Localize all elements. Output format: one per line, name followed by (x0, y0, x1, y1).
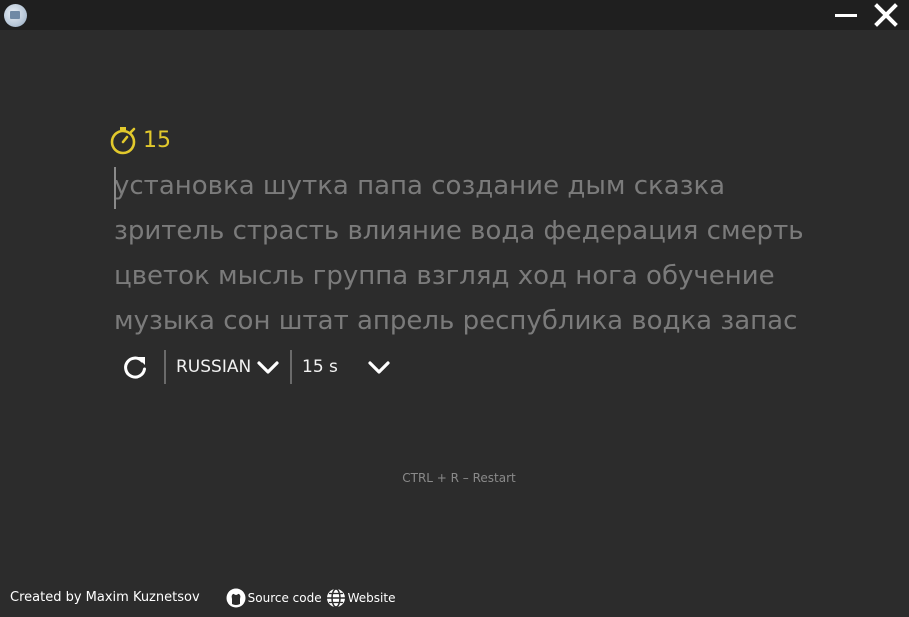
website-label: Website (347, 591, 396, 605)
typing-text-area[interactable]: установка шутка папа создание дым сказка… (114, 164, 814, 344)
website-link[interactable]: Website (326, 586, 396, 610)
source-code-link[interactable]: Source code (226, 586, 322, 610)
source-code-label: Source code (247, 591, 322, 605)
timer: 15 (109, 126, 171, 156)
duration-value: 15 s (302, 357, 338, 377)
divider (290, 350, 292, 384)
title-bar (0, 0, 909, 30)
minimize-icon (835, 14, 857, 17)
language-value: RUSSIAN (176, 357, 252, 377)
divider (164, 350, 166, 384)
restart-icon (124, 356, 146, 379)
globe-icon (326, 588, 345, 608)
minimize-button[interactable] (832, 2, 860, 28)
language-select[interactable]: RUSSIAN (176, 350, 281, 384)
github-icon (226, 588, 246, 608)
word-line: музыка сон штат апрель республика водка … (114, 306, 798, 336)
chevron-down-icon (368, 361, 390, 374)
footer: Created by Maxim Kuznetsov Source code W… (10, 586, 395, 610)
word-line: зритель страсть влияние вода федерация с… (114, 216, 804, 246)
stopwatch-icon (110, 127, 136, 155)
word-line: цветок мысль группа взгляд ход нога обуч… (114, 261, 775, 291)
author-credit: Created by Maxim Kuznetsov (10, 590, 200, 605)
restart-button[interactable] (118, 353, 152, 383)
close-icon (874, 3, 898, 27)
word-line: установка шутка папа создание дым сказка (114, 171, 726, 201)
app-icon (4, 4, 27, 27)
text-caret (114, 167, 116, 209)
duration-select[interactable]: 15 s (302, 350, 396, 384)
close-button[interactable] (872, 2, 900, 28)
timer-value: 15 (143, 128, 171, 153)
chevron-down-icon (257, 361, 279, 374)
restart-shortcut-hint: CTRL + R – Restart (402, 471, 516, 485)
